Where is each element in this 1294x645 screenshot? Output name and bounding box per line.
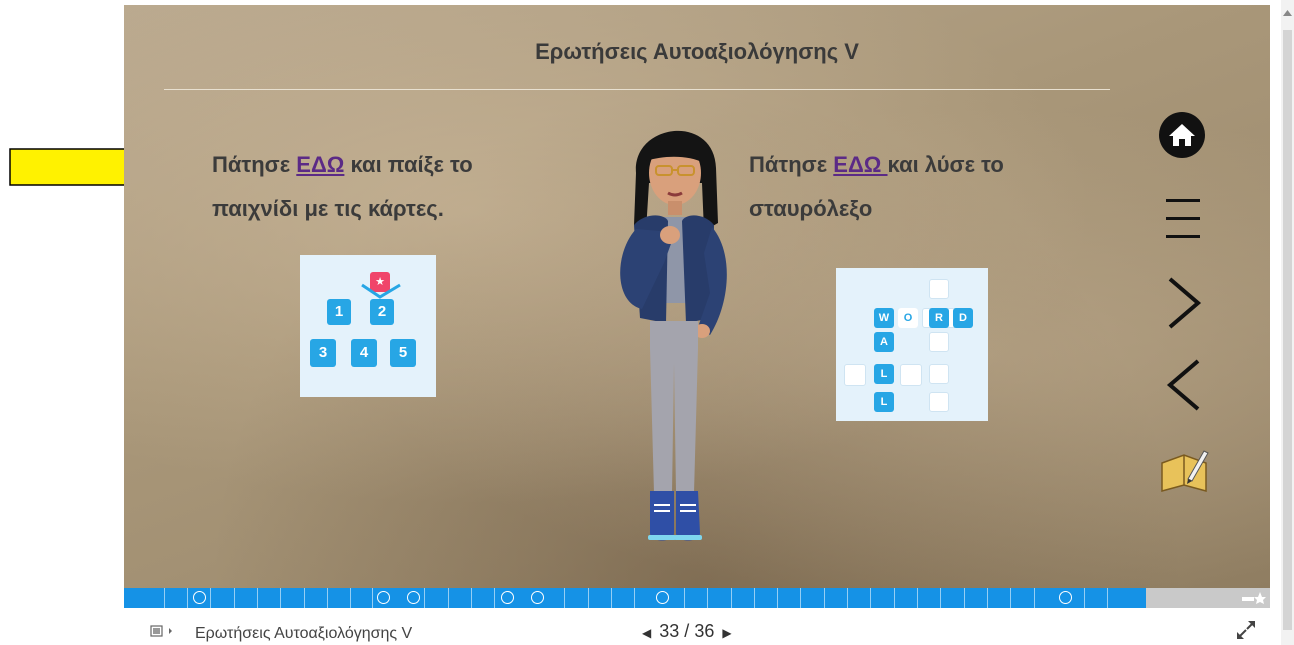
fullscreen-icon[interactable] <box>1234 618 1258 642</box>
slides-list-icon[interactable] <box>150 625 176 639</box>
crossword-blank-cell <box>929 392 949 412</box>
total-pages: 36 <box>694 621 715 641</box>
progress-marker[interactable] <box>656 591 669 604</box>
cards-game-link[interactable]: ΕΔΩ <box>296 152 344 177</box>
slide: Ερωτήσεις Αυτοαξιολόγησης V Πάτησε ΕΔΩ κ… <box>124 5 1270 588</box>
slide-title-footer: Ερωτήσεις Αυτοαξιολόγησης V <box>195 625 413 642</box>
slide-title: Ερωτήσεις Αυτοαξιολόγησης V <box>535 39 859 64</box>
crossword-link[interactable]: ΕΔΩ <box>833 152 887 177</box>
scrollbar-thumb[interactable] <box>1283 30 1292 630</box>
card-tile: 3 <box>310 339 336 367</box>
right-line2: σταυρόλεξο <box>749 196 873 221</box>
page-scrollbar[interactable] <box>1281 0 1294 645</box>
bookmark-star-icon[interactable] <box>1242 591 1266 605</box>
ribbon-icon <box>361 283 401 299</box>
crossword-cell: D <box>953 308 973 328</box>
progress-marker[interactable] <box>407 591 420 604</box>
card-tile: 4 <box>351 339 377 367</box>
home-icon[interactable] <box>1157 110 1207 160</box>
right-suffix: και λύσε το <box>887 152 1004 177</box>
teacher-character <box>620 130 727 541</box>
progress-marker[interactable] <box>531 591 544 604</box>
cards-game-instruction: Πάτησε ΕΔΩ και παίξε το παιχνίδι με τις … <box>212 143 592 231</box>
crossword-instruction: Πάτησε ΕΔΩ και λύσε το σταυρόλεξο <box>749 143 1129 231</box>
progress-marker[interactable] <box>1059 591 1072 604</box>
menu-icon[interactable] <box>1164 193 1204 243</box>
progress-marker[interactable] <box>501 591 514 604</box>
crossword-cell: L <box>874 392 894 412</box>
cards-game-thumbnail[interactable]: ★ 1 2 3 4 5 <box>300 255 436 397</box>
card-tile: 1 <box>327 299 351 325</box>
next-page-button[interactable]: ▶ <box>722 626 731 640</box>
card-tile: 5 <box>390 339 416 367</box>
card-tile: 2 <box>370 299 394 325</box>
crossword-thumbnail[interactable]: W O R D A L L <box>836 268 988 421</box>
notebook-icon[interactable] <box>1158 445 1210 497</box>
left-suffix: και παίξε το <box>344 152 473 177</box>
progress-remaining <box>1146 588 1270 608</box>
prev-arrow-icon[interactable] <box>1164 357 1204 413</box>
prev-page-button[interactable]: ◀ <box>642 626 651 640</box>
current-page: 33 <box>659 621 680 641</box>
crossword-blank-cell <box>900 364 922 386</box>
progress-marker[interactable] <box>193 591 206 604</box>
crossword-blank-cell <box>929 332 949 352</box>
title-divider <box>164 89 1110 90</box>
left-prefix: Πάτησε <box>212 152 297 177</box>
slide-progress-bar[interactable] <box>124 588 1270 608</box>
crossword-blank-cell <box>844 364 866 386</box>
next-arrow-icon[interactable] <box>1164 275 1204 331</box>
crossword-blank-cell <box>929 279 949 299</box>
progress-marker[interactable] <box>377 591 390 604</box>
crossword-blank-cell <box>929 364 949 384</box>
player-footer: Ερωτήσεις Αυτοαξιολόγησης V ◀ 33 / 36 ▶ <box>124 608 1270 645</box>
left-line2: παιχνίδι με τις κάρτες. <box>212 196 444 221</box>
crossword-cell: R <box>929 308 949 328</box>
crossword-cell: O <box>898 308 918 328</box>
crossword-cell: A <box>874 332 894 352</box>
scroll-up-icon[interactable] <box>1283 10 1292 16</box>
right-prefix: Πάτησε <box>749 152 834 177</box>
page-separator: / <box>684 621 690 641</box>
crossword-cell: L <box>874 364 894 384</box>
pager: ◀ 33 / 36 ▶ <box>642 621 732 642</box>
crossword-cell: W <box>874 308 894 328</box>
